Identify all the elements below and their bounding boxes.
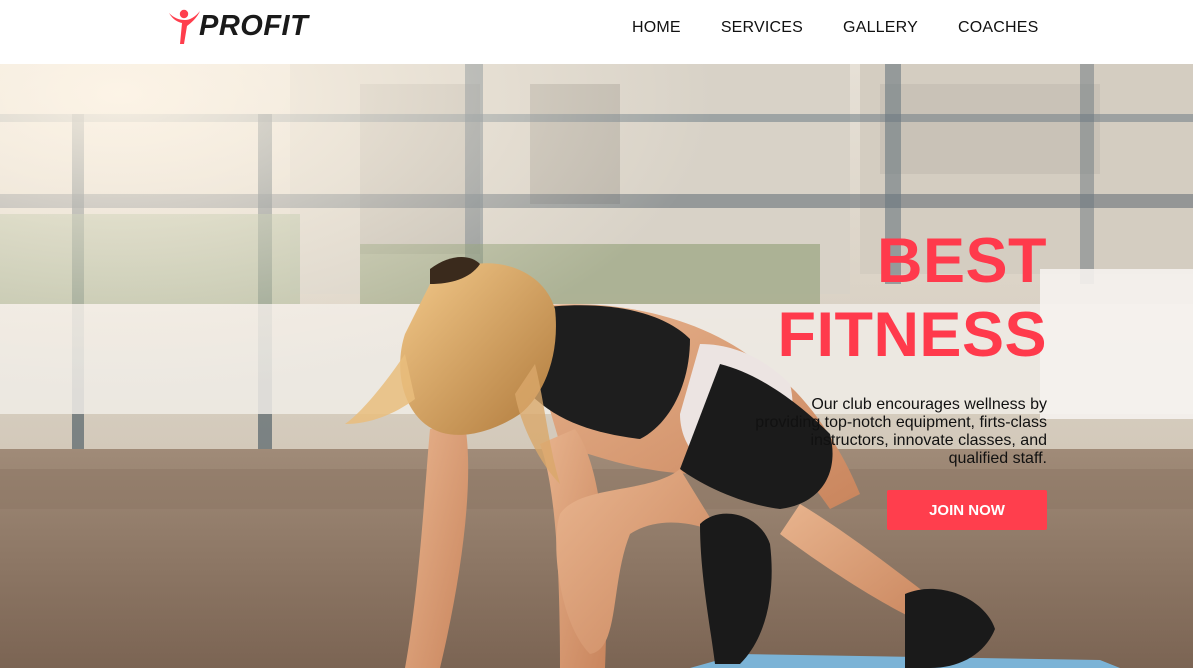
nav-home[interactable]: HOME: [632, 18, 681, 38]
hero-section: BEST FITNESS Our club encourages wellnes…: [0, 64, 1193, 668]
hero-description: Our club encourages wellness by providin…: [755, 396, 1047, 467]
nav-services[interactable]: SERVICES: [721, 18, 803, 38]
site-header: PROFIT HOME SERVICES GALLERY COACHES: [0, 0, 1193, 64]
brand-name: PROFIT: [199, 10, 309, 42]
hero-title-line-1: BEST: [876, 226, 1047, 296]
hero-title-line-2: FITNESS: [777, 300, 1047, 370]
brand-logo[interactable]: PROFIT: [167, 6, 308, 46]
hero-copy: BEST FITNESS Our club encourages wellnes…: [627, 224, 1047, 530]
main-nav: HOME SERVICES GALLERY COACHES: [632, 18, 1039, 38]
join-now-button[interactable]: JOIN NOW: [887, 490, 1047, 530]
nav-gallery[interactable]: GALLERY: [843, 18, 918, 38]
person-figure-icon: [169, 9, 200, 44]
hero-title: BEST FITNESS: [627, 224, 1047, 372]
nav-coaches[interactable]: COACHES: [958, 18, 1039, 38]
